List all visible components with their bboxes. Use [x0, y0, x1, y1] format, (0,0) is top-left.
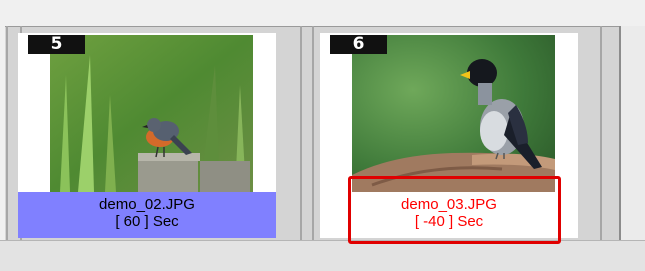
column-divider	[300, 26, 302, 240]
panel-right-edge	[619, 26, 645, 240]
bottom-strip	[0, 240, 645, 271]
thumbnail-duration: [ 60 ] Sec	[115, 213, 179, 230]
top-strip	[0, 0, 645, 26]
thumbnail-number: 5	[28, 35, 85, 54]
error-highlight-box	[348, 176, 561, 244]
thumbnail-tile-5[interactable]: 5 demo_02.JPG [ 60 ] Sec	[10, 33, 284, 238]
thumbnail-image	[352, 35, 555, 192]
thumbnail-number: 6	[330, 35, 387, 54]
column-divider	[600, 26, 602, 240]
thumbnail-caption: demo_02.JPG [ 60 ] Sec	[18, 192, 276, 238]
column-divider	[6, 26, 8, 240]
thumbnail-image	[50, 35, 253, 192]
thumbnail-filename: demo_02.JPG	[99, 196, 195, 213]
